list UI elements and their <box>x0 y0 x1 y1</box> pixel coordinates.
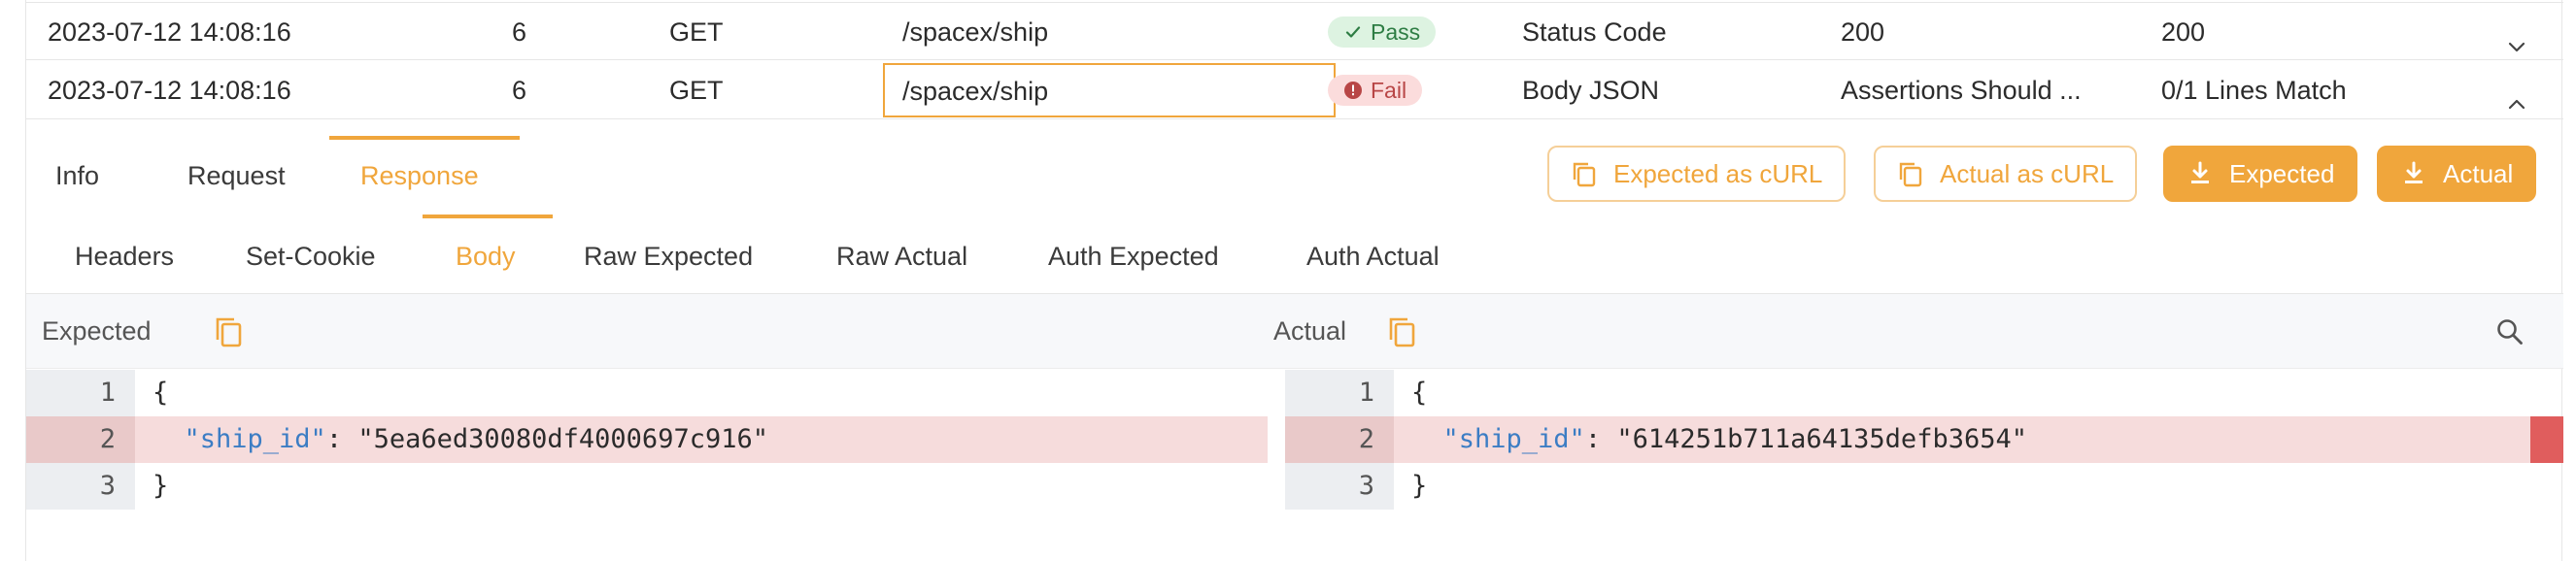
actual-pane-title: Actual <box>1273 316 1347 346</box>
copy-icon <box>1573 162 1596 187</box>
actual-as-curl-button[interactable]: Actual as cURL <box>1874 146 2138 202</box>
row-actual: 200 <box>2161 17 2206 47</box>
search-icon[interactable] <box>2495 317 2525 346</box>
body-diff-view: Expected Actual 1 { 2 "ship_id": "5ea6ed… <box>26 293 2563 510</box>
tab-headers[interactable]: Headers <box>75 218 174 294</box>
row-method: GET <box>669 76 724 105</box>
code-text: "ship_id": "614251b711a64135defb3654" <box>1411 416 2027 463</box>
row-number: 6 <box>512 17 527 47</box>
row-number: 6 <box>512 76 527 105</box>
tab-set-cookie[interactable]: Set-Cookie <box>246 218 376 294</box>
expected-as-curl-button[interactable]: Expected as cURL <box>1547 146 1847 202</box>
diff-header: Expected Actual <box>26 294 2563 369</box>
row-method: GET <box>669 17 724 47</box>
code-text: } <box>153 471 169 501</box>
tab-request[interactable]: Request <box>187 136 286 215</box>
row-assertion-type: Status Code <box>1522 17 1667 47</box>
status-badge: Fail <box>1328 75 1423 106</box>
download-icon <box>2405 161 2423 183</box>
tab-auth-expected[interactable]: Auth Expected <box>1048 218 1219 294</box>
line-number: 2 <box>1285 416 1394 463</box>
diff-scroll-marker <box>2530 416 2563 463</box>
line-number: 3 <box>1285 463 1394 510</box>
check-icon <box>1345 26 1361 38</box>
status-badge: Pass <box>1328 16 1437 48</box>
code-text: "ship_id": "5ea6ed30080df4000697c916" <box>153 416 768 463</box>
button-label: Expected <box>2229 158 2335 188</box>
chevron-up-icon[interactable] <box>2505 79 2528 110</box>
button-label: Actual as cURL <box>1940 158 2115 188</box>
code-line: 3 } <box>1285 463 2563 510</box>
status-label: Fail <box>1371 78 1407 103</box>
response-tabs: Info Request Response <box>26 136 706 215</box>
copy-icon[interactable] <box>1386 315 1419 348</box>
button-label: Actual <box>2443 158 2514 188</box>
copy-icon[interactable] <box>213 315 246 348</box>
actual-code-pane[interactable]: 1 { 2 "ship_id": "614251b711a64135defb36… <box>1285 370 2563 510</box>
copy-icon <box>1899 162 1922 187</box>
row-actual: 0/1 Lines Match <box>2161 76 2347 105</box>
json-value: : "5ea6ed30080df4000697c916" <box>325 424 768 454</box>
tab-info[interactable]: Info <box>55 136 99 215</box>
test-results-panel: 2023-07-12 14:08:16 6 GET /spacex/ship P… <box>25 0 2563 561</box>
row-timestamp: 2023-07-12 14:08:16 <box>48 17 291 47</box>
code-text: { <box>1411 378 1428 408</box>
expected-code-pane[interactable]: 1 { 2 "ship_id": "5ea6ed30080df4000697c9… <box>26 370 1268 510</box>
row-path: /spacex/ship <box>902 17 1049 47</box>
row-timestamp: 2023-07-12 14:08:16 <box>48 76 291 105</box>
line-number: 3 <box>26 463 135 510</box>
tab-body[interactable]: Body <box>456 218 516 294</box>
download-expected-button[interactable]: Expected <box>2163 146 2358 202</box>
download-icon <box>2191 161 2209 183</box>
code-text: { <box>153 378 169 408</box>
tab-response[interactable]: Response <box>360 136 479 215</box>
row-expected: 200 <box>1841 17 1885 47</box>
row-expected: Assertions Should ... <box>1841 76 2082 105</box>
table-row[interactable]: 2023-07-12 14:08:16 6 GET /spacex/ship P… <box>26 2 2563 60</box>
tab-raw-actual[interactable]: Raw Actual <box>836 218 967 294</box>
code-line: 1 { <box>26 370 1268 416</box>
json-key: "ship_id" <box>184 424 326 454</box>
row-path-selected[interactable]: /spacex/ship <box>883 63 1336 117</box>
line-number: 1 <box>26 370 135 416</box>
chevron-down-icon[interactable] <box>2505 20 2528 52</box>
download-actual-button[interactable]: Actual <box>2377 146 2537 202</box>
tab-raw-expected[interactable]: Raw Expected <box>584 218 753 294</box>
code-line: 1 { <box>1285 370 2563 416</box>
line-number: 2 <box>26 416 135 463</box>
alert-circle-icon <box>1344 82 1362 99</box>
row-assertion-type: Body JSON <box>1522 76 1660 105</box>
code-text: } <box>1411 471 1428 501</box>
tab-auth-actual[interactable]: Auth Actual <box>1306 218 1440 294</box>
json-key: "ship_id" <box>1442 424 1585 454</box>
code-line: 3 } <box>26 463 1268 510</box>
table-row[interactable]: 2023-07-12 14:08:16 6 GET /spacex/ship F… <box>26 61 2563 119</box>
code-line-changed: 2 "ship_id": "5ea6ed30080df4000697c916" <box>26 416 1268 463</box>
line-number: 1 <box>1285 370 1394 416</box>
expected-pane-title: Expected <box>42 316 152 346</box>
code-line-changed: 2 "ship_id": "614251b711a64135defb3654" <box>1285 416 2563 463</box>
button-label: Expected as cURL <box>1613 158 1823 188</box>
status-label: Pass <box>1371 19 1421 45</box>
json-value: : "614251b711a64135defb3654" <box>1584 424 2027 454</box>
